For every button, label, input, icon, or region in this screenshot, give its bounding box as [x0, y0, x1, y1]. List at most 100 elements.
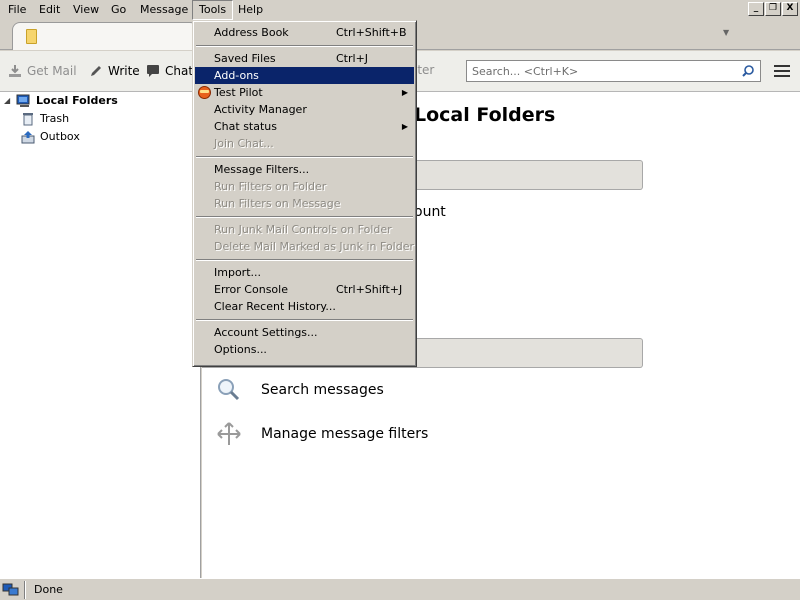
online-status-icon[interactable]	[2, 582, 20, 598]
menu-file-label: File	[8, 3, 27, 16]
folder-icon	[26, 29, 37, 44]
quick-filter-button[interactable]: lter	[414, 63, 434, 77]
menu-view-label: View	[73, 3, 100, 16]
menuitem-label: Options...	[214, 343, 267, 356]
computer-icon	[16, 94, 32, 108]
menuitem-import[interactable]: Import...	[195, 264, 414, 281]
menuitem-error-console[interactable]: Error Console Ctrl+Shift+J	[195, 281, 414, 298]
menu-edit[interactable]: Edit	[33, 0, 66, 20]
menu-separator	[195, 41, 414, 50]
restore-button[interactable]: ❐	[765, 2, 781, 16]
menuitem-label: Chat status	[214, 120, 278, 133]
submenu-arrow-icon: ▶	[401, 88, 408, 97]
menuitem-run-filters-folder: Run Filters on Folder	[195, 178, 414, 195]
status-text: Done	[34, 583, 63, 596]
menuitem-label: Add-ons	[214, 69, 259, 82]
menuitem-add-ons[interactable]: Add-ons	[195, 67, 414, 84]
chat-bubble-icon	[146, 64, 160, 78]
menu-go-label: Go	[111, 3, 127, 16]
tools-menu-popup: Address Book Ctrl+Shift+B Saved Files Ctrl…	[192, 20, 417, 367]
minimize-button[interactable]: _	[748, 2, 764, 16]
menuitem-shortcut: Ctrl+Shift+J	[336, 283, 403, 296]
menu-view[interactable]: View	[67, 0, 105, 20]
window-controls: _ ❐ X	[748, 2, 798, 16]
folder-outbox-label: Outbox	[40, 130, 80, 143]
search-icon[interactable]	[741, 64, 755, 78]
account-title: Local Folders	[414, 104, 556, 126]
close-button[interactable]: X	[782, 2, 798, 16]
menu-edit-label: Edit	[39, 3, 61, 16]
status-separator	[24, 581, 26, 599]
folder-local-folders-label: Local Folders	[36, 94, 118, 107]
menu-separator	[195, 152, 414, 161]
menuitem-label: Run Filters on Message	[214, 197, 341, 210]
download-icon	[8, 64, 22, 78]
menuitem-activity-manager[interactable]: Activity Manager	[195, 101, 414, 118]
menuitem-shortcut: Ctrl+Shift+B	[336, 26, 407, 39]
menu-separator	[195, 255, 414, 264]
menu-help-label: Help	[238, 3, 264, 16]
menuitem-account-settings[interactable]: Account Settings...	[195, 324, 414, 341]
folder-trash[interactable]: Trash	[20, 110, 69, 128]
menu-tools[interactable]: Tools	[192, 0, 234, 20]
search-messages-action[interactable]: Search messages	[216, 377, 384, 403]
menuitem-label: Saved Files	[214, 52, 276, 65]
menuitem-label: Account Settings...	[214, 326, 318, 339]
menuitem-label: Import...	[214, 266, 261, 279]
menuitem-label: Run Filters on Folder	[214, 180, 327, 193]
get-mail-label: Get Mail	[27, 64, 77, 78]
menuitem-message-filters[interactable]: Message Filters...	[195, 161, 414, 178]
menuitem-shortcut: Ctrl+J	[336, 52, 369, 65]
menuitem-join-chat: Join Chat...	[195, 135, 414, 152]
folder-trash-label: Trash	[40, 112, 70, 125]
menu-separator	[195, 212, 414, 221]
folder-local-folders[interactable]: ◢ Local Folders	[4, 92, 118, 110]
search-messages-label: Search messages	[261, 382, 384, 398]
folder-outbox[interactable]: Outbox	[20, 128, 80, 146]
search-box[interactable]	[466, 60, 761, 82]
write-label: Write	[108, 64, 140, 78]
chat-label: Chat	[165, 64, 194, 78]
menuitem-saved-files[interactable]: Saved Files Ctrl+J	[195, 50, 414, 67]
pencil-icon	[89, 64, 103, 78]
menu-file[interactable]: File	[2, 0, 32, 20]
menu-go[interactable]: Go	[105, 0, 132, 20]
menuitem-chat-status[interactable]: Chat status ▶	[195, 118, 414, 135]
menuitem-label: Error Console	[214, 283, 288, 296]
trash-icon	[20, 112, 36, 126]
menu-help[interactable]: Help	[232, 0, 269, 20]
test-pilot-icon	[198, 86, 211, 99]
menuitem-test-pilot[interactable]: Test Pilot ▶	[195, 84, 414, 101]
menuitem-delete-junk: Delete Mail Marked as Junk in Folder	[195, 238, 414, 255]
app-menu-icon[interactable]	[774, 65, 790, 78]
menu-bar: File Edit View Go Message Tools Help _ ❐…	[0, 0, 800, 20]
folder-pane: ◢ Local Folders Trash Outbox	[0, 92, 201, 578]
filter-arrows-icon	[216, 421, 242, 447]
chat-button[interactable]: Chat	[146, 63, 193, 79]
status-bar: Done	[0, 578, 800, 600]
collapse-twisty-icon[interactable]: ◢	[4, 97, 12, 105]
submenu-arrow-icon: ▶	[401, 122, 408, 131]
search-input[interactable]	[467, 61, 737, 81]
magnifier-icon	[216, 377, 242, 403]
menuitem-label: Message Filters...	[214, 163, 310, 176]
menuitem-label: Run Junk Mail Controls on Folder	[214, 223, 392, 236]
manage-filters-action[interactable]: Manage message filters	[216, 421, 428, 447]
menuitem-address-book[interactable]: Address Book Ctrl+Shift+B	[195, 24, 414, 41]
get-mail-button[interactable]: Get Mail	[8, 63, 77, 79]
write-button[interactable]: Write	[89, 63, 140, 79]
tab-home[interactable]	[12, 22, 198, 50]
create-account-link[interactable]: ount	[414, 204, 446, 220]
menuitem-run-filters-message: Run Filters on Message	[195, 195, 414, 212]
menuitem-options[interactable]: Options...	[195, 341, 414, 358]
menuitem-label: Test Pilot	[214, 86, 263, 99]
tab-list-icon[interactable]: ▼	[723, 28, 729, 37]
menu-message[interactable]: Message	[134, 0, 194, 20]
menuitem-label: Clear Recent History...	[214, 300, 336, 313]
menuitem-clear-history[interactable]: Clear Recent History...	[195, 298, 414, 315]
menuitem-run-junk-controls: Run Junk Mail Controls on Folder	[195, 221, 414, 238]
manage-filters-label: Manage message filters	[261, 426, 429, 442]
menuitem-label: Delete Mail Marked as Junk in Folder	[214, 240, 414, 253]
menuitem-label: Address Book	[214, 26, 289, 39]
menuitem-label: Activity Manager	[214, 103, 307, 116]
